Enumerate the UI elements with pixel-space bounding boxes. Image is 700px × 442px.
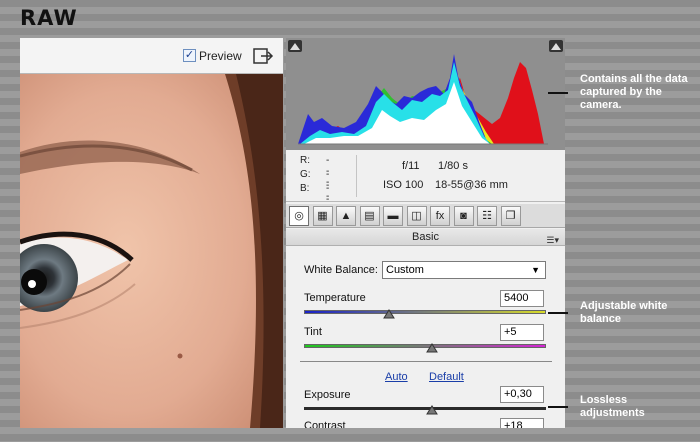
page-title: RAW	[20, 6, 78, 30]
tint-label: Tint	[304, 326, 322, 338]
rgb-readout-b: B:---	[300, 183, 330, 216]
iso-value: ISO 100	[383, 179, 424, 191]
aperture-value: f/11	[402, 160, 420, 172]
image-preview-panel: ✓ Preview	[20, 38, 284, 428]
section-title: Basic	[412, 231, 439, 243]
tab-effects[interactable]: fx	[430, 206, 450, 226]
white-balance-select[interactable]: Custom ▼	[382, 261, 546, 279]
photo-preview	[20, 74, 283, 428]
basic-panel: White Balance: Custom ▼ Temperature 5400…	[286, 247, 565, 428]
shutter-value: 1/80 s	[438, 160, 468, 172]
temperature-input[interactable]: 5400	[500, 290, 544, 307]
rgb-readout-g: G: ---	[300, 169, 330, 202]
tab-hsl[interactable]: ▤	[359, 206, 380, 226]
histogram	[286, 38, 565, 150]
tab-camera-calibration[interactable]: ◙	[453, 206, 474, 226]
preview-checkbox[interactable]: ✓	[183, 49, 196, 62]
temperature-label: Temperature	[304, 292, 366, 304]
tint-input[interactable]: +5	[500, 324, 544, 341]
contrast-label: Contrast	[304, 420, 346, 428]
callout-lossless: Lossless adjustments	[580, 394, 645, 419]
tab-basic[interactable]: ◎	[289, 206, 309, 226]
preview-label: Preview	[199, 49, 242, 63]
section-divider	[300, 361, 552, 362]
tab-presets[interactable]: ☷	[477, 206, 497, 226]
tab-lens-corrections[interactable]: ◫	[406, 206, 427, 226]
panel-tabs: ◎ ▦ ▲ ▤ ▬ ◫ fx ◙ ☷ ❐	[286, 204, 565, 228]
lens-value: 18-55@36 mm	[435, 179, 508, 191]
tab-snapshots[interactable]: ❐	[500, 206, 521, 226]
exposure-slider-track[interactable]	[304, 405, 546, 415]
temperature-slider-track[interactable]	[304, 309, 546, 319]
rgb-readout-r: R: ---	[300, 155, 330, 188]
camera-info: R:--- G:--- B:--- f/11 1/80 s ISO 100 18…	[286, 150, 565, 216]
tab-split-toning[interactable]: ▬	[383, 206, 403, 226]
tint-slider-track[interactable]	[304, 343, 546, 353]
exposure-input[interactable]: +0,30	[500, 386, 544, 403]
contrast-input[interactable]: +18	[500, 418, 544, 428]
info-separator	[356, 155, 357, 197]
exposure-label: Exposure	[304, 389, 351, 401]
tab-tone-curve[interactable]: ▦	[312, 206, 333, 226]
tab-detail[interactable]: ▲	[336, 206, 356, 226]
default-link[interactable]: Default	[429, 371, 464, 383]
preview-toolbar: ✓ Preview	[20, 38, 283, 74]
toggle-fullscreen-icon[interactable]	[252, 46, 274, 66]
callout-line-lossless	[548, 406, 568, 408]
callout-histogram: Contains all the data captured by the ca…	[580, 73, 688, 111]
callout-line-histogram	[548, 92, 568, 94]
white-balance-label: White Balance:	[304, 264, 378, 276]
chevron-down-icon: ▼	[531, 265, 540, 275]
auto-link[interactable]: Auto	[385, 371, 408, 383]
histogram-graph	[298, 54, 548, 145]
section-header: Basic ☰▾	[286, 229, 565, 246]
callout-white-balance: Adjustable white balance	[580, 300, 668, 325]
callout-line-white-balance	[548, 312, 568, 314]
camera-raw-panel: R:--- G:--- B:--- f/11 1/80 s ISO 100 18…	[286, 38, 565, 428]
